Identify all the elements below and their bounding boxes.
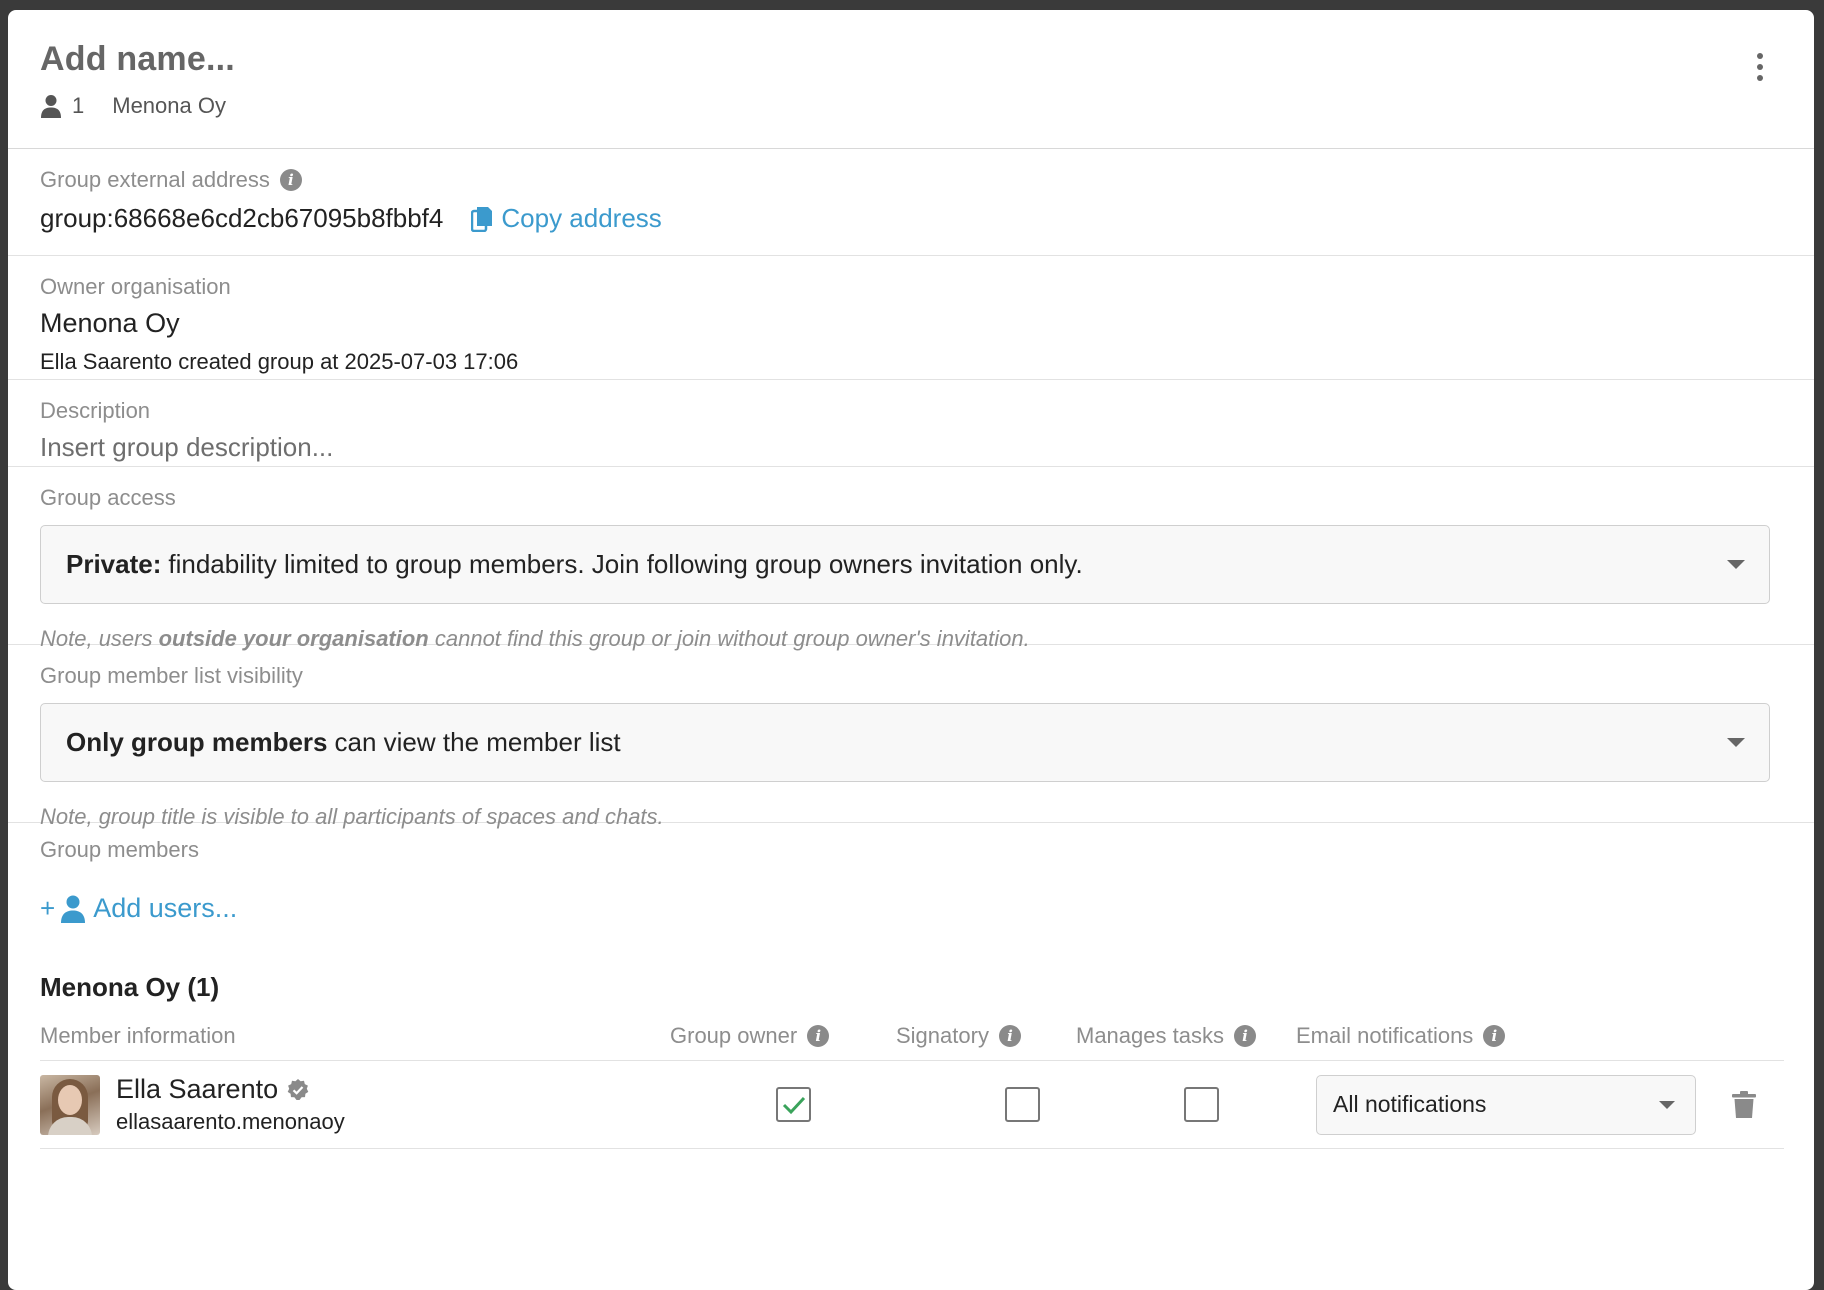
chevron-down-icon bbox=[1659, 1100, 1675, 1109]
signatory-checkbox[interactable] bbox=[1005, 1087, 1040, 1122]
copy-address-button[interactable]: Copy address bbox=[471, 203, 662, 234]
group-settings-panel: Add name... 1 Menona Oy Group external a… bbox=[8, 10, 1814, 1290]
email-notifications-value: All notifications bbox=[1333, 1091, 1487, 1117]
external-address-row: group:68668e6cd2cb67095b8fbbf4 Copy addr… bbox=[40, 203, 1782, 234]
visibility-note: Note, group title is visible to all part… bbox=[40, 804, 664, 829]
group-members-label: Group members bbox=[40, 837, 199, 862]
info-icon[interactable]: i bbox=[1483, 1024, 1506, 1047]
member-info-cell: Ella Saarento ellasaarento.menonaoy bbox=[40, 1074, 670, 1135]
external-address-label: Group external address i bbox=[40, 167, 1782, 193]
visibility-select[interactable]: Only group members can view the member l… bbox=[40, 703, 1770, 782]
manages-tasks-checkbox[interactable] bbox=[1184, 1087, 1219, 1122]
add-users-label: Add users... bbox=[93, 893, 238, 923]
col-email-notifications: Email notifications i bbox=[1296, 1023, 1506, 1049]
email-notifications-select[interactable]: All notifications bbox=[1316, 1074, 1696, 1135]
external-address-section: Group external address i group:68668e6cd… bbox=[8, 149, 1814, 256]
col-manages-tasks: Manages tasks i bbox=[1076, 1023, 1296, 1049]
info-icon[interactable]: i bbox=[1233, 1024, 1256, 1047]
info-icon[interactable]: i bbox=[998, 1024, 1021, 1047]
info-icon[interactable]: i bbox=[279, 169, 302, 191]
chevron-down-icon bbox=[1727, 560, 1745, 569]
col-member-information: Member information bbox=[40, 1022, 236, 1048]
add-users-button[interactable]: + Add users... bbox=[40, 893, 1782, 924]
description-section: Description Insert group description... bbox=[8, 380, 1814, 467]
col-signatory: Signatory i bbox=[896, 1023, 1076, 1049]
person-icon bbox=[41, 95, 61, 118]
member-count: 1 bbox=[72, 93, 85, 118]
add-user-icon bbox=[61, 895, 86, 923]
owner-section: Owner organisation Menona Oy Ella Saaren… bbox=[8, 256, 1814, 380]
members-section: Group members + Add users... Menona Oy (… bbox=[8, 823, 1814, 1149]
visibility-selected-bold: Only group members bbox=[66, 727, 328, 757]
owner-label: Owner organisation bbox=[40, 274, 231, 299]
copy-icon bbox=[471, 206, 493, 232]
member-name-row: Ella Saarento bbox=[116, 1074, 345, 1105]
group-meta: 1 Menona Oy bbox=[40, 93, 1814, 119]
group-name-input[interactable]: Add name... bbox=[40, 40, 1814, 79]
visibility-selected-text: can view the member list bbox=[334, 727, 621, 757]
access-selected-text: findability limited to group members. Jo… bbox=[168, 549, 1083, 579]
manages-tasks-cell bbox=[1087, 1087, 1308, 1122]
copy-address-label: Copy address bbox=[501, 203, 662, 233]
chevron-down-icon bbox=[1727, 738, 1745, 747]
group-header: Add name... 1 Menona Oy bbox=[8, 10, 1814, 149]
trash-icon[interactable] bbox=[1732, 1090, 1756, 1119]
visibility-label: Group member list visibility bbox=[40, 663, 303, 688]
group-access-section: Group access Private: findability limite… bbox=[8, 467, 1814, 651]
signatory-cell bbox=[878, 1087, 1087, 1122]
group-owner-cell bbox=[670, 1087, 878, 1122]
visibility-section: Group member list visibility Only group … bbox=[8, 645, 1814, 829]
kebab-menu-icon[interactable] bbox=[1750, 50, 1770, 84]
member-username: ellasaarento.menonaoy bbox=[116, 1109, 345, 1134]
member-org-heading: Menona Oy (1) bbox=[40, 972, 220, 1002]
access-selected-bold: Private: bbox=[66, 549, 162, 579]
verified-icon bbox=[287, 1078, 309, 1100]
description-input[interactable]: Insert group description... bbox=[40, 432, 1782, 463]
avatar[interactable] bbox=[40, 1074, 100, 1135]
external-address-value: group:68668e6cd2cb67095b8fbbf4 bbox=[40, 203, 444, 233]
member-name[interactable]: Ella Saarento bbox=[116, 1074, 278, 1105]
checkmark-icon bbox=[782, 1096, 805, 1114]
members-table-header: Member information Group owner i Signator… bbox=[40, 1011, 1784, 1061]
group-access-label: Group access bbox=[40, 485, 176, 510]
table-row: Ella Saarento ellasaarento.menonaoy All … bbox=[40, 1061, 1784, 1149]
group-owner-checkbox[interactable] bbox=[776, 1087, 811, 1122]
created-info: Ella Saarento created group at 2025-07-0… bbox=[40, 349, 519, 374]
group-access-select[interactable]: Private: findability limited to group me… bbox=[40, 525, 1770, 604]
info-icon[interactable]: i bbox=[807, 1024, 830, 1047]
description-label: Description bbox=[40, 398, 151, 423]
header-org-name: Menona Oy bbox=[112, 93, 226, 118]
owner-org-name: Menona Oy bbox=[40, 308, 180, 338]
col-group-owner: Group owner i bbox=[670, 1023, 896, 1049]
